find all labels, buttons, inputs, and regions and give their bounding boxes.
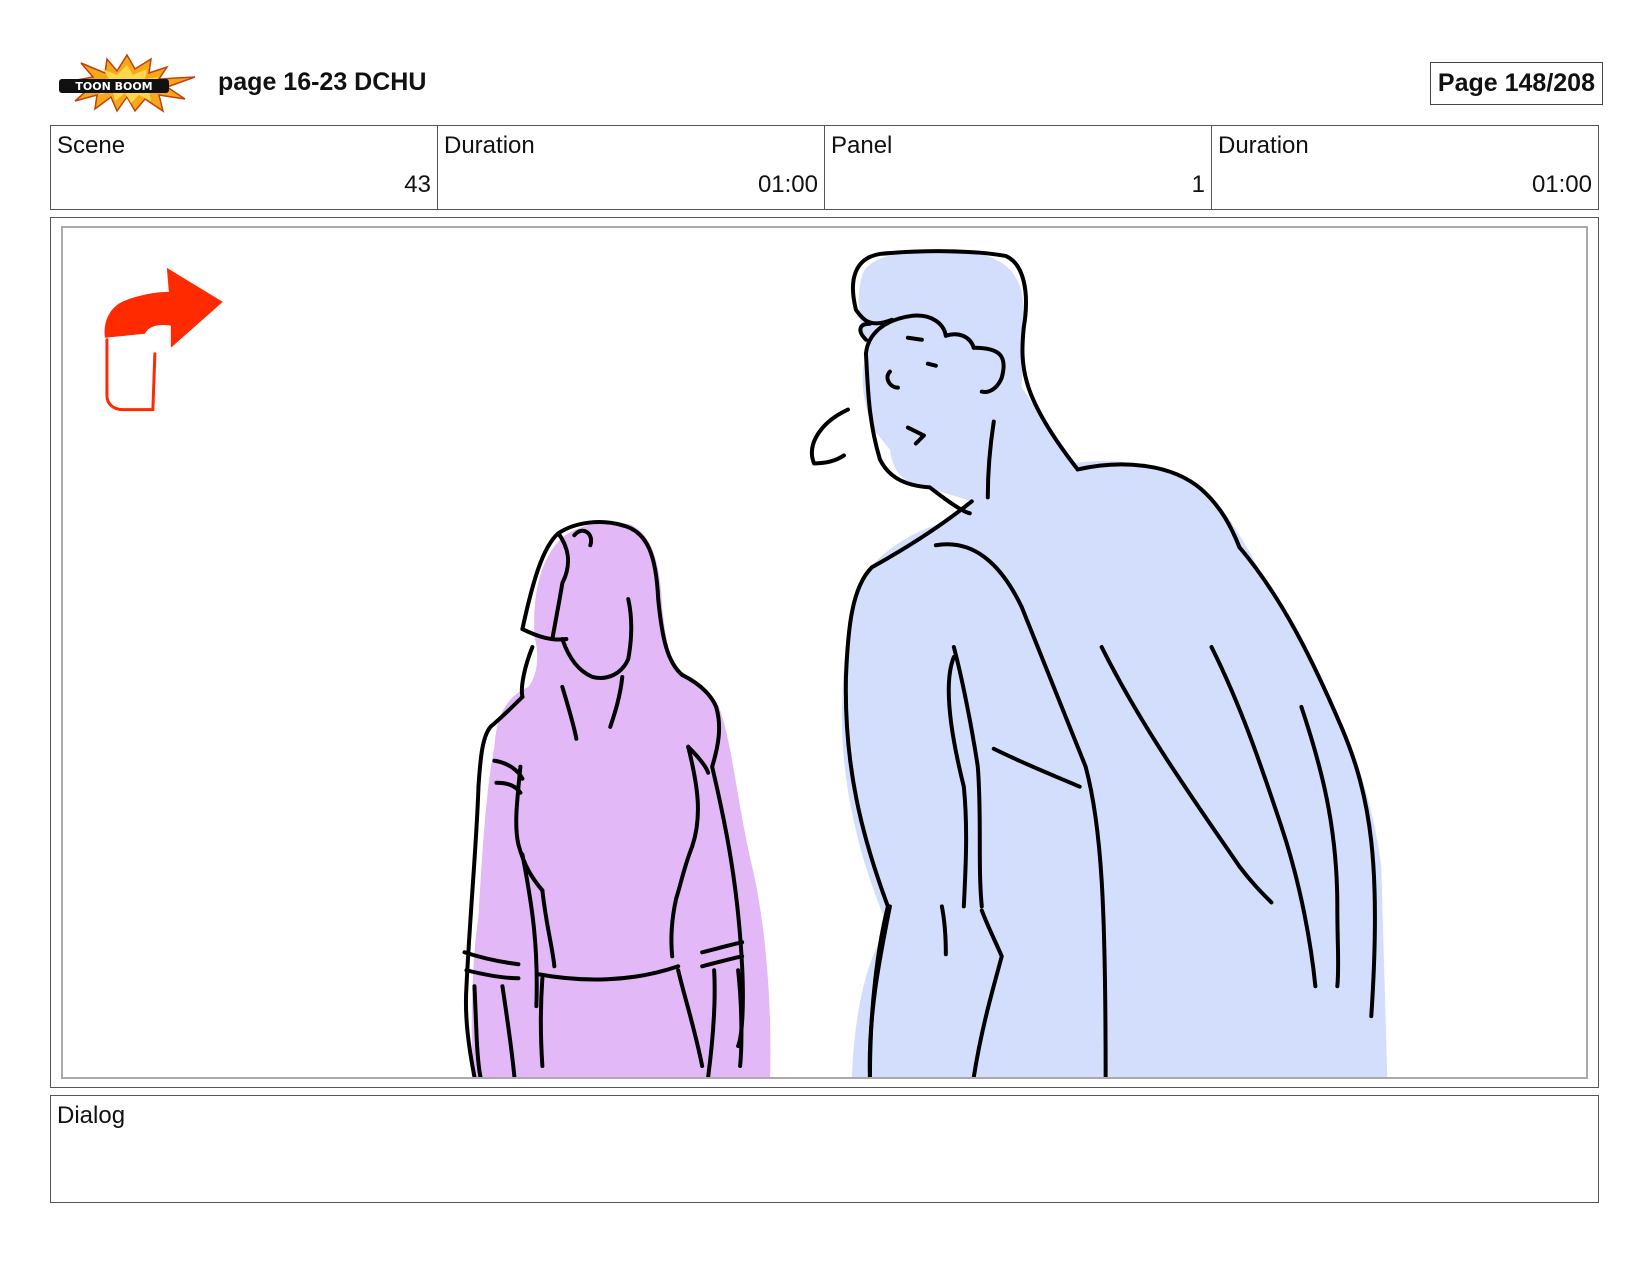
- scene-label: Scene: [57, 132, 126, 159]
- panel-cell: Panel 1: [825, 126, 1212, 209]
- panel-duration-cell: Duration 01:00: [1212, 126, 1598, 209]
- toon-boom-logo: TOON BOOM: [59, 53, 196, 113]
- panel-duration-value: 01:00: [1531, 171, 1592, 198]
- camera-move-arrow-icon: [104, 267, 223, 412]
- storyboard-header: TOON BOOM page 16-23 DCHU Page 148/208: [55, 48, 1603, 118]
- scene-duration-cell: Duration 01:00: [438, 126, 825, 209]
- scene-number: 43: [404, 171, 431, 198]
- page-indicator: Page 148/208: [1429, 62, 1603, 105]
- scene-duration-value: 01:00: [757, 171, 818, 198]
- logo-text: TOON BOOM: [75, 80, 152, 93]
- panel-sketch: [104, 249, 1388, 1077]
- panel-duration-label: Duration: [1218, 132, 1309, 159]
- panel-drawing-area: [61, 226, 1588, 1079]
- document-title: page 16-23 DCHU: [218, 68, 427, 96]
- panel-number: 1: [1191, 171, 1205, 198]
- scene-cell: Scene 43: [51, 126, 438, 209]
- panel-label: Panel: [831, 132, 893, 159]
- man-figure: [810, 249, 1388, 1077]
- scene-duration-label: Duration: [444, 132, 535, 159]
- storyboard-panel: [50, 217, 1599, 1088]
- woman-figure: [462, 520, 771, 1077]
- dialog-label: Dialog: [57, 1102, 126, 1129]
- scene-info-table: Scene 43 Duration 01:00 Panel 1 Duration…: [50, 125, 1599, 210]
- dialog-box: Dialog: [50, 1095, 1599, 1203]
